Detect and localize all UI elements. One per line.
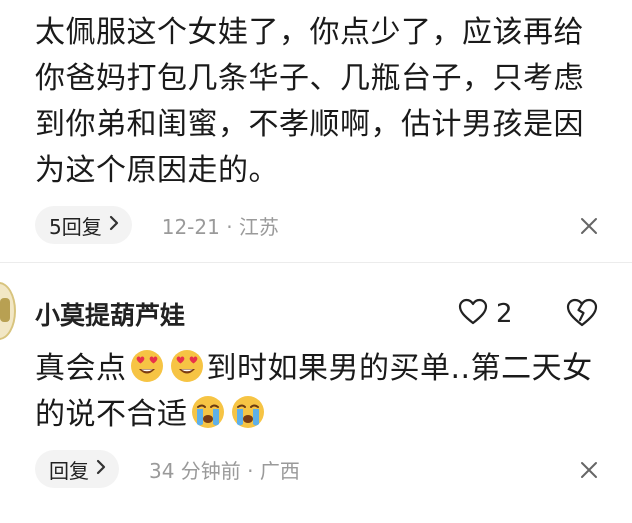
reply-count-label: 5回复: [49, 214, 102, 239]
comment-thread: 太佩服这个女娃了，你点少了，应该再给你爸妈打包几条华子、几瓶台子，只考虑到你弟和…: [0, 0, 632, 523]
reply-button[interactable]: 回复: [35, 450, 119, 488]
reply-label: 回复: [49, 458, 89, 483]
heart-outline-icon: [458, 298, 488, 330]
comment-timestamp-location: 34 分钟前 · 广西: [149, 458, 300, 483]
avatar[interactable]: [0, 282, 16, 340]
chevron-right-icon: [108, 213, 120, 237]
comment-timestamp-location: 12-21 · 江苏: [161, 214, 279, 239]
close-icon[interactable]: [578, 215, 600, 237]
heart-eyes-emoji-icon: [169, 348, 205, 384]
comment-text: 真会点 到时如果男的买单..第二天女的说不合适: [35, 346, 615, 438]
divider: [0, 262, 632, 263]
comment-text-part: 真会点: [35, 351, 127, 386]
comment-text: 太佩服这个女娃了，你点少了，应该再给你爸妈打包几条华子、几瓶台子，只考虑到你弟和…: [35, 15, 584, 188]
like-count: 2: [496, 299, 513, 329]
comment-meta-row: 5回复 12-21 · 江苏: [35, 205, 279, 245]
like-button[interactable]: 2: [458, 298, 513, 330]
loudly-crying-emoji-icon: [230, 394, 266, 430]
close-icon[interactable]: [578, 459, 600, 481]
chevron-right-icon: [95, 457, 107, 481]
broken-heart-icon[interactable]: [566, 298, 598, 332]
comment-username[interactable]: 小莫提葫芦娃: [35, 296, 185, 332]
comment-item-1: 太佩服这个女娃了，你点少了，应该再给你爸妈打包几条华子、几瓶台子，只考虑到你弟和…: [0, 0, 632, 262]
loudly-crying-emoji-icon: [190, 394, 226, 430]
comment-meta-row: 回复 34 分钟前 · 广西: [35, 449, 300, 489]
heart-eyes-emoji-icon: [129, 348, 165, 384]
view-replies-button[interactable]: 5回复: [35, 206, 132, 244]
